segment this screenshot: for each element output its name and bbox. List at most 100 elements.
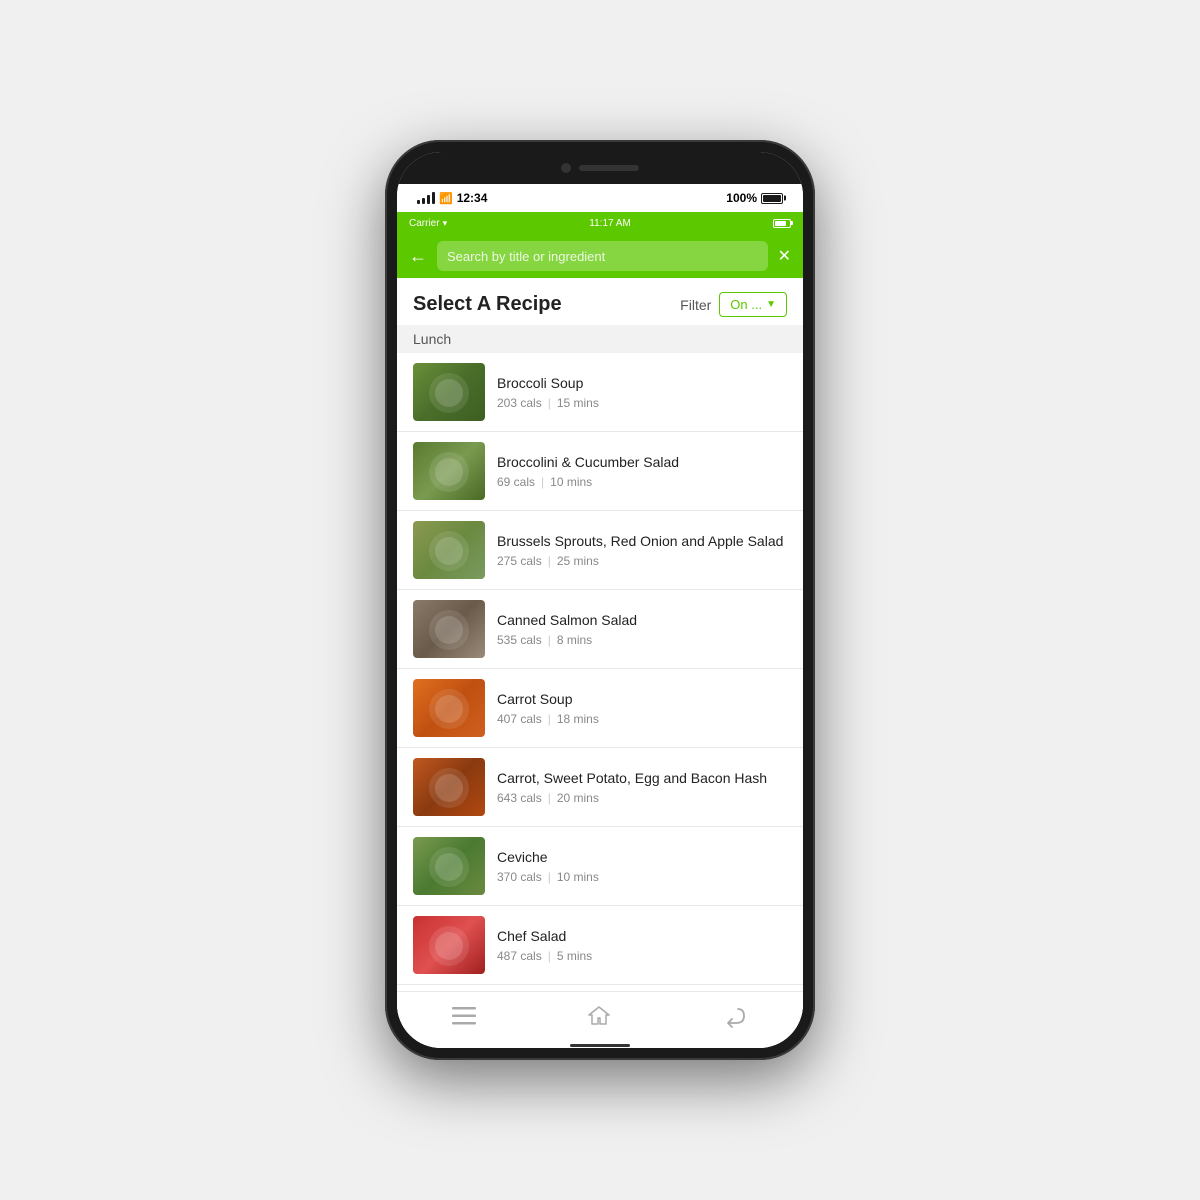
filter-label: Filter [680, 297, 711, 313]
recipe-info: Broccoli Soup 203 cals|15 mins [497, 374, 787, 410]
recipe-thumbnail [413, 442, 485, 500]
os-status-right: 100% [726, 191, 783, 205]
meta-separator: | [548, 554, 551, 568]
recipe-info: Chef Salad 487 cals | 5 mins [497, 927, 787, 963]
recipe-cals: 203 cals [497, 396, 542, 410]
carrier-name: Carrier [409, 218, 440, 229]
recipe-info: Carrot, Sweet Potato, Egg and Bacon Hash… [497, 769, 787, 805]
recipe-time: 25 mins [557, 554, 599, 568]
phone-notch [397, 152, 803, 184]
recipe-meta: 69 cals | 10 mins [497, 475, 787, 489]
app-wifi-icon: ▾ [443, 218, 448, 229]
recipe-name: Broccoli Soup [497, 374, 787, 392]
phone-bottom-bar [397, 1043, 803, 1048]
filter-button[interactable]: On ... ▼ [719, 292, 787, 317]
recipe-info: Ceviche 370 cals | 10 mins [497, 848, 787, 884]
meta-separator: | [548, 870, 551, 884]
recipe-time: 18 mins [557, 712, 599, 726]
recipe-info: Broccolini & Cucumber Salad 69 cals | 10 mi… [497, 453, 787, 489]
recipe-name: Brussels Sprouts, Red Onion and Apple Sa… [497, 532, 787, 550]
recipe-cals: 535 cals [497, 633, 542, 647]
recipe-item[interactable]: Carrot Soup 407 cals | 18 mins [397, 669, 803, 748]
recipe-thumbnail [413, 916, 485, 974]
app-time: 11:17 AM [589, 218, 631, 229]
signal-icon [417, 192, 435, 204]
search-input[interactable]: Search by title or ingredient [437, 241, 768, 271]
meta-separator: | [548, 791, 551, 805]
search-placeholder: Search by title or ingredient [447, 249, 605, 264]
filter-area: Filter On ... ▼ [680, 292, 787, 317]
filter-arrow-icon: ▼ [766, 299, 776, 310]
meta-separator: | [548, 633, 551, 647]
section-header: Lunch [397, 325, 803, 353]
recipe-thumbnail [413, 679, 485, 737]
filter-value: On ... [730, 297, 762, 312]
recipe-thumbnail [413, 521, 485, 579]
page-title: Select A Recipe [413, 293, 562, 316]
os-time: 12:34 [457, 191, 488, 205]
wifi-icon: 📶 [439, 192, 453, 205]
meta-separator: | [548, 712, 551, 726]
home-indicator [570, 1044, 630, 1047]
recipe-cals: 407 cals [497, 712, 542, 726]
recipe-item[interactable]: Broccoli Soup 203 cals|15 mins [397, 353, 803, 432]
recipe-cals: 370 cals [497, 870, 542, 884]
recipe-time: 8 mins [557, 633, 592, 647]
search-bar: ← Search by title or ingredient ✕ [397, 234, 803, 278]
recipe-meta: 487 cals | 5 mins [497, 949, 787, 963]
recipe-cals: 275 cals [497, 554, 542, 568]
recipe-name: Ceviche [497, 848, 787, 866]
recipe-item[interactable]: Chef Salad 487 cals | 5 mins [397, 906, 803, 985]
recipe-time: 10 mins [550, 475, 592, 489]
recipe-cals: 643 cals [497, 791, 542, 805]
recipe-item[interactable]: Brussels Sprouts, Red Onion and Apple Sa… [397, 511, 803, 590]
recipe-meta: 370 cals | 10 mins [497, 870, 787, 884]
speaker [579, 165, 639, 171]
recipe-meta: 643 cals | 20 mins [497, 791, 787, 805]
recipe-name: Carrot, Sweet Potato, Egg and Bacon Hash [497, 769, 787, 787]
recipe-item[interactable]: Broccolini & Cucumber Salad 69 cals | 10 mi… [397, 432, 803, 511]
recipe-thumbnail [413, 600, 485, 658]
recipe-meta: 535 cals | 8 mins [497, 633, 787, 647]
recipe-meta: 407 cals | 18 mins [497, 712, 787, 726]
phone-device: 📶 12:34 100% Carrier ▾ 11:17 AM [385, 140, 815, 1060]
recipe-item[interactable]: Carrot, Sweet Potato, Egg and Bacon Hash… [397, 748, 803, 827]
recipe-time: 20 mins [557, 791, 599, 805]
recipe-time: 5 mins [557, 949, 592, 963]
recipe-name: Chef Salad [497, 927, 787, 945]
recipe-item[interactable]: Canned Salmon Salad 535 cals | 8 mins [397, 590, 803, 669]
app-battery-icon [773, 219, 791, 228]
recipe-thumbnail [413, 363, 485, 421]
recipe-name: Canned Salmon Salad [497, 611, 787, 629]
os-status-left: 📶 12:34 [417, 191, 487, 205]
recipe-thumbnail [413, 837, 485, 895]
phone-screen: 📶 12:34 100% Carrier ▾ 11:17 AM [397, 152, 803, 1048]
recipe-cals: 487 cals [497, 949, 542, 963]
recipe-meta: 275 cals | 25 mins [497, 554, 787, 568]
close-icon[interactable]: ✕ [778, 246, 791, 266]
recipe-thumbnail [413, 758, 485, 816]
recipe-name: Broccolini & Cucumber Salad [497, 453, 787, 471]
recipe-info: Canned Salmon Salad 535 cals | 8 mins [497, 611, 787, 647]
back-button[interactable]: ← [409, 246, 427, 267]
recipe-list[interactable]: Broccoli Soup 203 cals|15 mins Broccolini … [397, 353, 803, 991]
meta-separator: | [541, 475, 544, 489]
meta-separator: | [548, 949, 551, 963]
page-header: Select A Recipe Filter On ... ▼ [397, 278, 803, 325]
recipe-cals: 69 cals [497, 475, 535, 489]
recipe-item[interactable]: Ceviche 370 cals | 10 mins [397, 827, 803, 906]
recipe-time: 10 mins [557, 870, 599, 884]
os-battery-text: 100% [726, 191, 757, 205]
nav-home-button[interactable] [587, 1004, 611, 1028]
recipe-name: Carrot Soup [497, 690, 787, 708]
nav-menu-button[interactable] [452, 1007, 476, 1025]
os-status-bar: 📶 12:34 100% [397, 184, 803, 212]
app-content: Carrier ▾ 11:17 AM ← Search by title or … [397, 212, 803, 1048]
nav-back-button[interactable] [722, 1004, 748, 1028]
recipe-meta: 203 cals|15 mins [497, 396, 787, 410]
battery-icon [761, 193, 783, 204]
section-label: Lunch [413, 331, 451, 347]
camera [561, 163, 571, 173]
recipe-info: Brussels Sprouts, Red Onion and Apple Sa… [497, 532, 787, 568]
carrier-info: Carrier ▾ [409, 218, 447, 229]
